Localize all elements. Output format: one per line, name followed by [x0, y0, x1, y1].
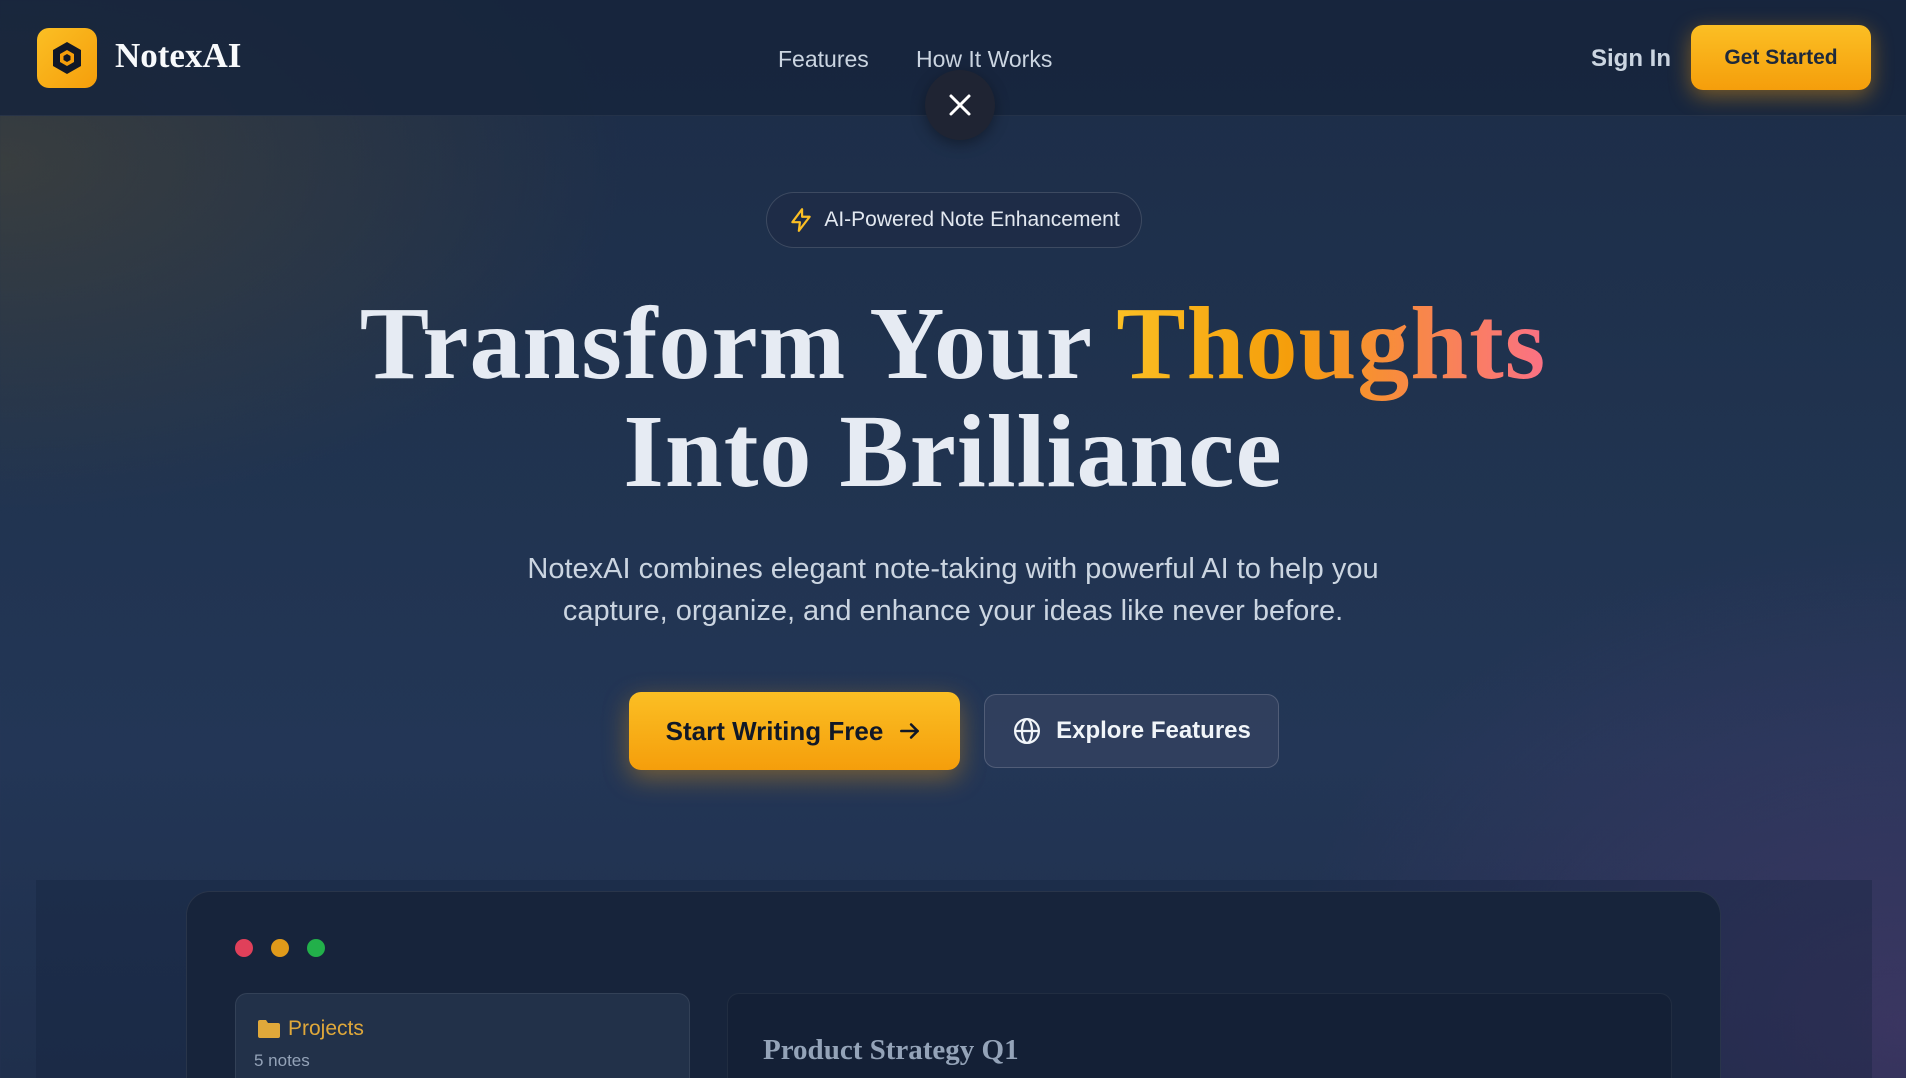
- nav-link-features[interactable]: Features: [778, 46, 869, 73]
- explore-features-label: Explore Features: [1056, 717, 1251, 744]
- folder-icon: [258, 1020, 280, 1038]
- get-started-button[interactable]: Get Started: [1691, 25, 1871, 90]
- note-title: Product Strategy Q1: [763, 1034, 1019, 1066]
- headline-highlight: Thoughts: [1116, 286, 1547, 401]
- window-maximize-dot: [307, 939, 325, 957]
- start-writing-label: Start Writing Free: [665, 715, 884, 746]
- lightning-icon: [791, 208, 812, 232]
- subtitle-line2: capture, organize, and enhance your idea…: [562, 595, 1344, 627]
- globe-icon: [1014, 718, 1041, 744]
- folder-name: Projects: [288, 1017, 364, 1040]
- brand-name[interactable]: NotexAI: [115, 36, 241, 76]
- folder-note-count: 5 notes: [254, 1051, 310, 1070]
- window-close-dot: [235, 939, 253, 957]
- nav-link-how-it-works[interactable]: How It Works: [916, 46, 1052, 73]
- badge-label: AI-Powered Note Enhancement: [824, 208, 1120, 231]
- headline-line2: Into Brilliance: [623, 394, 1283, 509]
- hero-headline: Transform Your Thoughts Into Brilliance: [0, 290, 1906, 506]
- explore-features-button[interactable]: Explore Features: [984, 694, 1279, 768]
- logo[interactable]: [37, 28, 97, 88]
- headline-part1: Transform Your: [359, 286, 1117, 401]
- start-writing-button[interactable]: Start Writing Free: [629, 692, 960, 770]
- feature-badge: AI-Powered Note Enhancement: [766, 192, 1142, 248]
- arrow-right-icon: [900, 723, 920, 739]
- hexagon-logo-icon: [53, 42, 81, 74]
- subtitle-line1: NotexAI combines elegant note-taking wit…: [527, 553, 1379, 585]
- window-minimize-dot: [271, 939, 289, 957]
- sign-in-link[interactable]: Sign In: [1591, 45, 1671, 73]
- hero-subtitle: NotexAI combines elegant note-taking wit…: [453, 548, 1453, 632]
- close-icon: [949, 94, 971, 116]
- close-button[interactable]: [925, 70, 995, 140]
